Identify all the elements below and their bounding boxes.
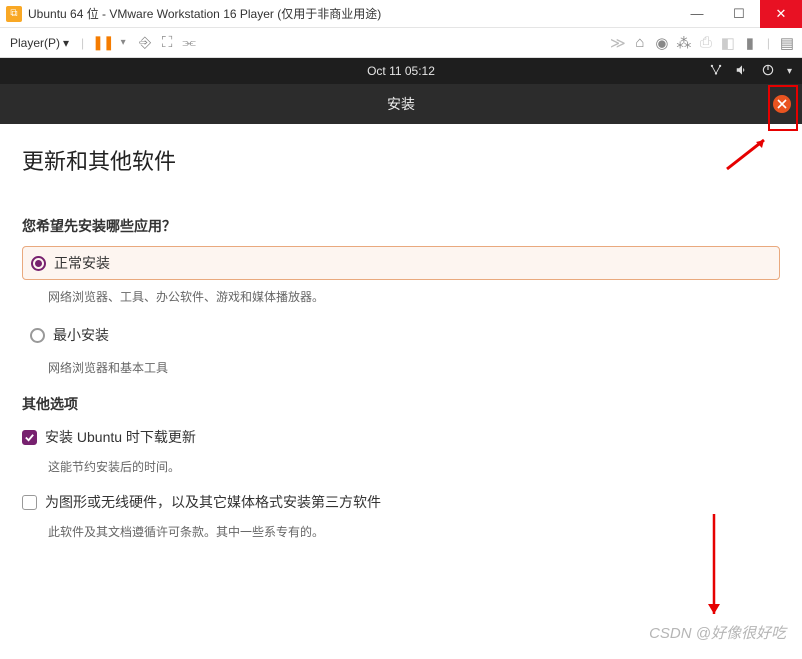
power-icon[interactable] [761, 63, 775, 80]
player-menu-button[interactable]: Player(P) ▾ [6, 34, 73, 52]
installer-close-button[interactable] [773, 95, 791, 113]
normal-install-desc: 网络浏览器、工具、办公软件、游戏和媒体播放器。 [48, 288, 780, 305]
toolbar-separator: | [767, 36, 770, 50]
win-close-button[interactable]: ✕ [760, 0, 802, 28]
vmware-toolbar: Player(P) ▾ | ❚❚ ▾ ⎆ ⛶ ⫘ ≫ ⌂ ◉ ⁂ ⎙ ◧ ▮ |… [0, 28, 802, 58]
system-tray[interactable]: ▾ [709, 63, 792, 80]
third-party-label: 为图形或无线硬件，以及其它媒体格式安装第三方软件 [45, 492, 381, 512]
player-menu-label: Player(P) [10, 36, 60, 50]
minimal-install-radio[interactable]: 最小安装 [22, 319, 780, 351]
chevron-down-icon[interactable]: ▾ [787, 66, 792, 77]
printer-icon[interactable]: ⎙ [697, 34, 715, 51]
usb-icon[interactable]: ▮ [741, 34, 759, 52]
volume-icon[interactable] [735, 63, 749, 80]
toolbar-separator: | [81, 36, 84, 50]
download-updates-label: 安装 Ubuntu 时下载更新 [45, 427, 196, 447]
vmware-icon: ⧉ [6, 6, 22, 22]
radio-icon [31, 256, 46, 271]
download-updates-desc: 这能节约安装后的时间。 [48, 458, 780, 475]
other-options-heading: 其他选项 [22, 394, 780, 414]
network-icon[interactable]: ⁂ [675, 34, 693, 52]
cd-icon[interactable]: ◉ [653, 34, 671, 52]
install-type-group: 正常安装 网络浏览器、工具、办公软件、游戏和媒体播放器。 最小安装 网络浏览器和… [22, 246, 780, 376]
third-party-checkbox[interactable]: 为图形或无线硬件，以及其它媒体格式安装第三方软件 [22, 489, 780, 515]
settings-icon[interactable]: ▤ [778, 34, 796, 52]
vmware-titlebar: ⧉ Ubuntu 64 位 - VMware Workstation 16 Pl… [0, 0, 802, 28]
disk-icon[interactable]: ⌂ [631, 34, 649, 51]
radio-icon [30, 328, 45, 343]
checkbox-icon [22, 495, 37, 510]
network-icon[interactable] [709, 63, 723, 80]
send-ctrl-alt-del-icon[interactable]: ⎆ [136, 34, 154, 51]
minimal-install-label: 最小安装 [53, 325, 109, 345]
dropdown-icon[interactable]: ▾ [114, 37, 132, 48]
vmware-title-text: Ubuntu 64 位 - VMware Workstation 16 Play… [28, 5, 676, 22]
fast-forward-icon[interactable]: ≫ [609, 34, 627, 52]
win-minimize-button[interactable]: — [676, 0, 718, 28]
installer-header: 安装 [0, 84, 802, 124]
dropdown-icon: ▾ [63, 36, 69, 50]
ubuntu-top-panel: Oct 11 05:12 ▾ [0, 58, 802, 84]
datetime-label[interactable]: Oct 11 05:12 [367, 64, 435, 78]
third-party-desc: 此软件及其文档遵循许可条款。其中一些系专有的。 [48, 523, 780, 540]
normal-install-radio[interactable]: 正常安装 [22, 246, 780, 280]
unity-icon[interactable]: ⫘ [180, 34, 198, 51]
pause-icon[interactable]: ❚❚ [92, 34, 110, 51]
fullscreen-icon[interactable]: ⛶ [158, 34, 176, 51]
installer-content: 更新和其他软件 您希望先安装哪些应用？ 正常安装 网络浏览器、工具、办公软件、游… [0, 124, 802, 574]
installer-title: 安装 [387, 94, 415, 114]
watermark-text: CSDN @好像很好吃 [649, 622, 786, 643]
normal-install-label: 正常安装 [54, 253, 110, 273]
download-updates-checkbox[interactable]: 安装 Ubuntu 时下载更新 [22, 424, 780, 450]
minimal-install-desc: 网络浏览器和基本工具 [48, 359, 780, 376]
install-type-question: 您希望先安装哪些应用？ [22, 216, 780, 236]
page-title: 更新和其他软件 [22, 144, 780, 176]
sound-icon[interactable]: ◧ [719, 34, 737, 52]
win-maximize-button[interactable]: ☐ [718, 0, 760, 28]
checkbox-icon [22, 430, 37, 445]
